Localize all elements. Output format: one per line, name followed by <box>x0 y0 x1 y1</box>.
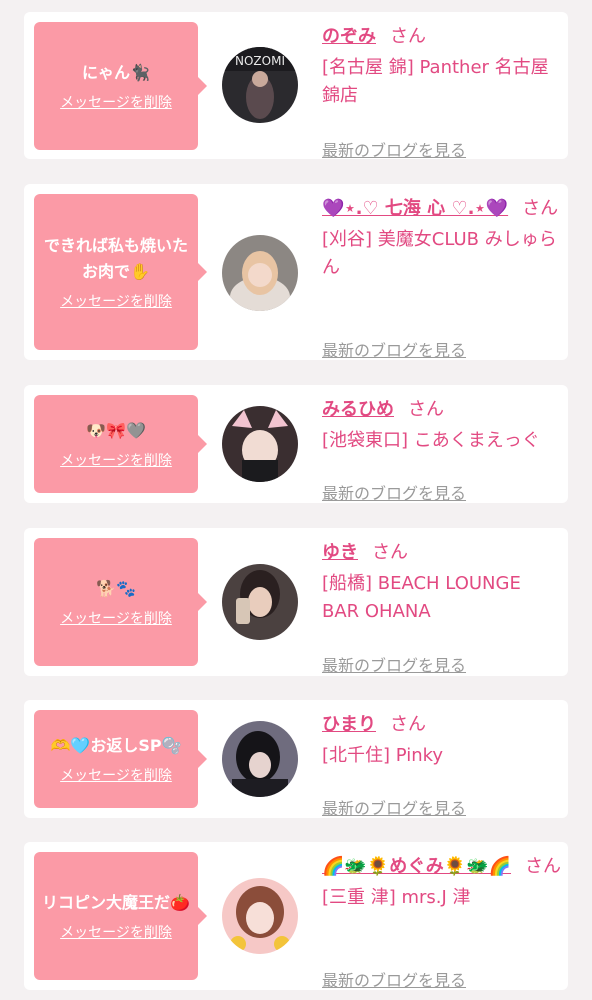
shop-name: [北千住] Pinky <box>322 745 444 766</box>
message-text: にゃん🐈‍⬛ <box>82 63 150 82</box>
san-suffix: さん <box>522 198 559 219</box>
favorite-card: できれば私も焼いたお肉で✋ メッセージを削除 💜⋆.♡ 七海 心 ♡.⋆💜 さん … <box>24 184 568 360</box>
shop-name: [三重 津] mrs.J 津 <box>322 887 471 908</box>
favorite-card: リコピン大魔王だ🍅 メッセージを削除 🌈🐲🌻めぐみ🌻🐲🌈 さん [三重 津] mr… <box>24 842 568 990</box>
avatar[interactable] <box>222 235 298 311</box>
delete-message-link[interactable]: メッセージを削除 <box>60 291 172 311</box>
cast-name-link[interactable]: 🌈🐲🌻めぐみ🌻🐲🌈 <box>322 856 511 877</box>
shop-name: [名古屋 錦] Panther 名古屋錦店 <box>322 57 549 106</box>
avatar[interactable]: NOZOMI <box>222 47 298 123</box>
favorite-card: にゃん🐈‍⬛ メッセージを削除 NOZOMI のぞみ さん [名古屋 錦] Pan… <box>24 12 568 161</box>
avatar[interactable] <box>222 564 298 640</box>
message-bubble: 🫶🩵お返しSP🫧 メッセージを削除 <box>34 710 207 808</box>
latest-blog-link[interactable]: 最新のブログを見る <box>322 652 466 676</box>
message-bubble: できれば私も焼いたお肉で✋ メッセージを削除 <box>34 194 207 350</box>
san-suffix: さん <box>525 856 562 877</box>
san-suffix: さん <box>372 542 408 563</box>
san-suffix: さん <box>408 399 444 420</box>
shop-name: [船橋] BEACH LOUNGE BAR OHANA <box>322 573 521 622</box>
cast-name-link[interactable]: のぞみ <box>322 26 376 47</box>
latest-blog-link[interactable]: 最新のブログを見る <box>322 337 466 361</box>
latest-blog-link[interactable]: 最新のブログを見る <box>322 480 466 504</box>
delete-message-link[interactable]: メッセージを削除 <box>60 450 172 470</box>
latest-blog-link[interactable]: 最新のブログを見る <box>322 967 466 991</box>
message-text: できれば私も焼いたお肉で✋ <box>43 236 188 281</box>
delete-message-link[interactable]: メッセージを削除 <box>60 922 172 942</box>
delete-message-link[interactable]: メッセージを削除 <box>60 765 172 785</box>
avatar[interactable] <box>222 406 298 482</box>
message-bubble: にゃん🐈‍⬛ メッセージを削除 <box>34 22 207 150</box>
favorite-card: 🐕🐾 メッセージを削除 ゆき さん [船橋] BEACH LOUNGE BAR O… <box>24 528 568 676</box>
favorite-card: 🐶🎀🩶 メッセージを削除 みるひめ さん [池袋東口] こあくまえっぐ 最新のブロ… <box>24 385 568 503</box>
cast-name-link[interactable]: ひまり <box>322 714 376 735</box>
avatar[interactable] <box>222 878 298 954</box>
message-bubble: リコピン大魔王だ🍅 メッセージを削除 <box>34 852 207 980</box>
message-text: 🫶🩵お返しSP🫧 <box>50 736 182 755</box>
avatar-logo-text: NOZOMI <box>235 54 285 68</box>
message-bubble: 🐕🐾 メッセージを削除 <box>34 538 207 666</box>
delete-message-link[interactable]: メッセージを削除 <box>60 608 172 628</box>
cast-name-link[interactable]: 💜⋆.♡ 七海 心 ♡.⋆💜 <box>322 198 508 219</box>
message-text: 🐕🐾 <box>96 579 136 598</box>
latest-blog-link[interactable]: 最新のブログを見る <box>322 137 466 161</box>
favorite-card: 🫶🩵お返しSP🫧 メッセージを削除 ひまり さん [北千住] Pinky 最新のブ… <box>24 700 568 818</box>
message-text: リコピン大魔王だ🍅 <box>42 893 190 912</box>
san-suffix: さん <box>390 714 426 735</box>
shop-name: [刈谷] 美魔女CLUB みしゅらん <box>322 229 557 278</box>
latest-blog-link[interactable]: 最新のブログを見る <box>322 795 466 819</box>
avatar[interactable] <box>222 721 298 797</box>
message-text: 🐶🎀🩶 <box>86 421 146 440</box>
shop-name: [池袋東口] こあくまえっぐ <box>322 430 540 451</box>
san-suffix: さん <box>390 26 426 47</box>
delete-message-link[interactable]: メッセージを削除 <box>60 92 172 112</box>
cast-name-link[interactable]: ゆき <box>322 542 358 563</box>
cast-name-link[interactable]: みるひめ <box>322 399 394 420</box>
message-bubble: 🐶🎀🩶 メッセージを削除 <box>34 395 207 493</box>
